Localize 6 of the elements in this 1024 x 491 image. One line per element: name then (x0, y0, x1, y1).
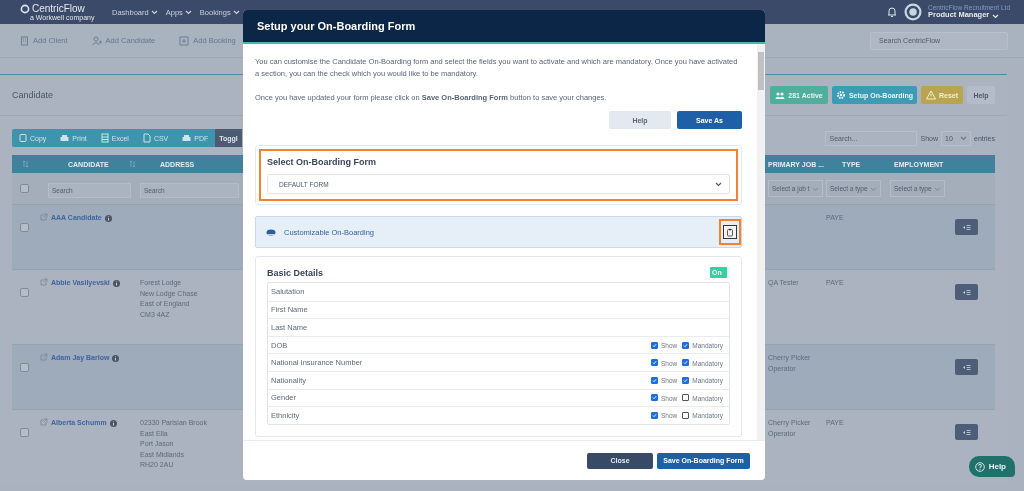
section-heading: Basic Details (267, 267, 324, 278)
form-select-label: Select On-Boarding Form (267, 157, 377, 167)
page-title: Candidate (12, 90, 54, 100)
dialog-title: Setup your On-Boarding Form (257, 20, 416, 32)
logo-text[interactable]: CentricFlow (32, 3, 85, 14)
help-button[interactable]: Help (968, 456, 1015, 477)
